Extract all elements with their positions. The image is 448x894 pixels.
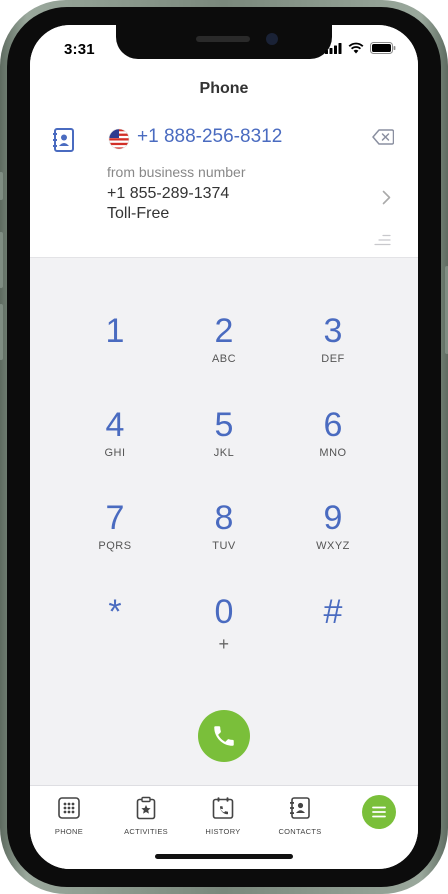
dialed-number[interactable]: +1 888-256-8312 <box>137 126 282 148</box>
key-4[interactable]: 4 GHI <box>60 405 170 485</box>
menu-button[interactable] <box>362 795 396 829</box>
key-digit: * <box>108 593 122 631</box>
keypad-icon <box>58 797 80 819</box>
key-7[interactable]: 7 PQRS <box>60 498 170 578</box>
contacts-book-icon <box>290 797 310 819</box>
key-2[interactable]: 2 ABC <box>169 311 279 391</box>
call-button[interactable] <box>198 710 250 762</box>
key-digit: 4 <box>105 406 125 444</box>
clipboard-star-icon <box>136 796 156 820</box>
key-5[interactable]: 5 JKL <box>169 405 279 485</box>
key-digit: 9 <box>323 499 343 537</box>
call-history-icon <box>212 797 234 819</box>
signal-icon <box>325 42 342 54</box>
key-letters: TUV <box>212 540 236 552</box>
phone-handset-icon <box>214 726 234 746</box>
chevron-right-icon[interactable] <box>382 190 391 210</box>
key-digit: 7 <box>105 499 125 537</box>
us-flag-icon[interactable] <box>108 128 130 155</box>
status-time: 3:31 <box>64 41 95 58</box>
key-digit: 0 <box>214 593 234 631</box>
mute-switch <box>0 172 3 200</box>
page-title: Phone <box>199 80 249 97</box>
key-hash[interactable]: # <box>278 592 388 672</box>
status-icons <box>325 42 396 54</box>
front-camera <box>266 33 278 45</box>
key-letters: MNO <box>319 447 347 459</box>
key-letters: + <box>218 634 230 654</box>
key-0[interactable]: 0 + <box>169 592 279 672</box>
backspace-icon[interactable] <box>372 129 395 150</box>
key-star[interactable]: * <box>60 592 170 672</box>
notch <box>116 25 332 59</box>
key-letters: WXYZ <box>316 540 350 552</box>
key-digit: 1 <box>105 312 125 350</box>
from-number-type[interactable]: Toll-Free <box>107 205 169 223</box>
tab-label: PHONE <box>54 827 84 836</box>
contacts-book-icon[interactable] <box>52 127 76 158</box>
from-number-label: from business number <box>107 164 246 180</box>
tab-contacts[interactable]: CONTACTS <box>265 796 335 836</box>
key-digit: 8 <box>214 499 234 537</box>
volume-up-button <box>0 232 3 288</box>
key-digit: # <box>323 593 343 631</box>
screen: 3:31 Phone +1 888-256-8312 from business… <box>30 25 418 869</box>
key-9[interactable]: 9 WXYZ <box>278 498 388 578</box>
from-business-number[interactable]: +1 855-289-1374 <box>107 185 229 203</box>
tab-label: ACTIVITIES <box>124 827 168 836</box>
tab-activities[interactable]: ACTIVITIES <box>111 796 181 836</box>
menu-icon <box>372 806 386 818</box>
tab-bar: PHONE ACTIVITIES HISTORY CONTACTS <box>30 785 418 869</box>
wifi-icon <box>348 42 364 54</box>
key-letters: GHI <box>104 447 126 459</box>
key-digit: 3 <box>323 312 343 350</box>
key-3[interactable]: 3 DEF <box>278 311 388 391</box>
key-8[interactable]: 8 TUV <box>169 498 279 578</box>
key-1[interactable]: 1 <box>60 311 170 391</box>
drag-handle-icon[interactable] <box>373 233 391 251</box>
key-digit: 2 <box>214 312 234 350</box>
tab-history[interactable]: HISTORY <box>188 796 258 836</box>
key-letters: DEF <box>321 353 345 365</box>
volume-down-button <box>0 304 3 360</box>
key-digit: 5 <box>214 406 234 444</box>
battery-icon <box>370 42 396 54</box>
key-digit: 6 <box>323 406 343 444</box>
key-6[interactable]: 6 MNO <box>278 405 388 485</box>
tab-phone[interactable]: PHONE <box>34 796 104 836</box>
home-indicator[interactable] <box>155 854 293 859</box>
speaker <box>196 36 250 42</box>
tab-label: CONTACTS <box>278 827 322 836</box>
key-letters: JKL <box>213 447 235 459</box>
key-letters: ABC <box>211 353 237 365</box>
key-letters: PQRS <box>98 540 132 552</box>
tab-label: HISTORY <box>205 827 241 836</box>
